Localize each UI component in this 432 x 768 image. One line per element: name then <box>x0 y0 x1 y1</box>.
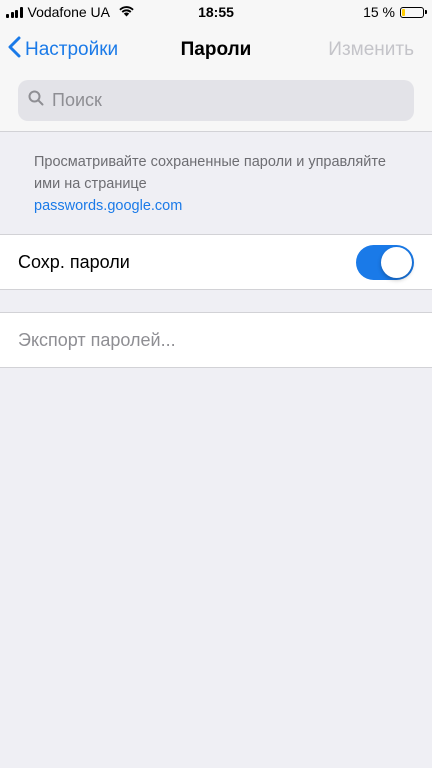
status-right: 15 % <box>363 4 427 20</box>
export-passwords-row[interactable]: Экспорт паролей... <box>0 313 432 367</box>
toggle-knob <box>381 246 412 278</box>
search-icon <box>28 90 44 111</box>
save-passwords-row: Сохр. пароли <box>0 235 432 289</box>
search-bar[interactable] <box>18 80 414 121</box>
export-passwords-label: Экспорт паролей... <box>18 329 176 350</box>
save-passwords-label: Сохр. пароли <box>18 251 130 272</box>
passwords-link[interactable]: passwords.google.com <box>34 195 398 217</box>
battery-percent: 15 % <box>363 4 395 20</box>
save-passwords-group: Сохр. пароли <box>0 234 432 290</box>
chevron-left-icon <box>8 36 21 64</box>
battery-fill <box>402 8 405 16</box>
search-input[interactable] <box>50 89 384 112</box>
battery-icon <box>400 6 427 18</box>
info-section: Просматривайте сохраненные пароли и упра… <box>0 132 432 234</box>
back-button[interactable]: Настройки <box>8 36 118 64</box>
save-passwords-toggle[interactable] <box>356 244 414 280</box>
search-container <box>0 72 432 132</box>
status-bar: Vodafone UA 18:55 15 % <box>0 0 432 26</box>
export-group: Экспорт паролей... <box>0 312 432 368</box>
navigation-bar: Настройки Пароли Изменить <box>0 26 432 72</box>
back-label: Настройки <box>25 39 119 60</box>
edit-button[interactable]: Изменить <box>328 39 414 61</box>
info-text: Просматривайте сохраненные пароли и упра… <box>34 154 386 192</box>
